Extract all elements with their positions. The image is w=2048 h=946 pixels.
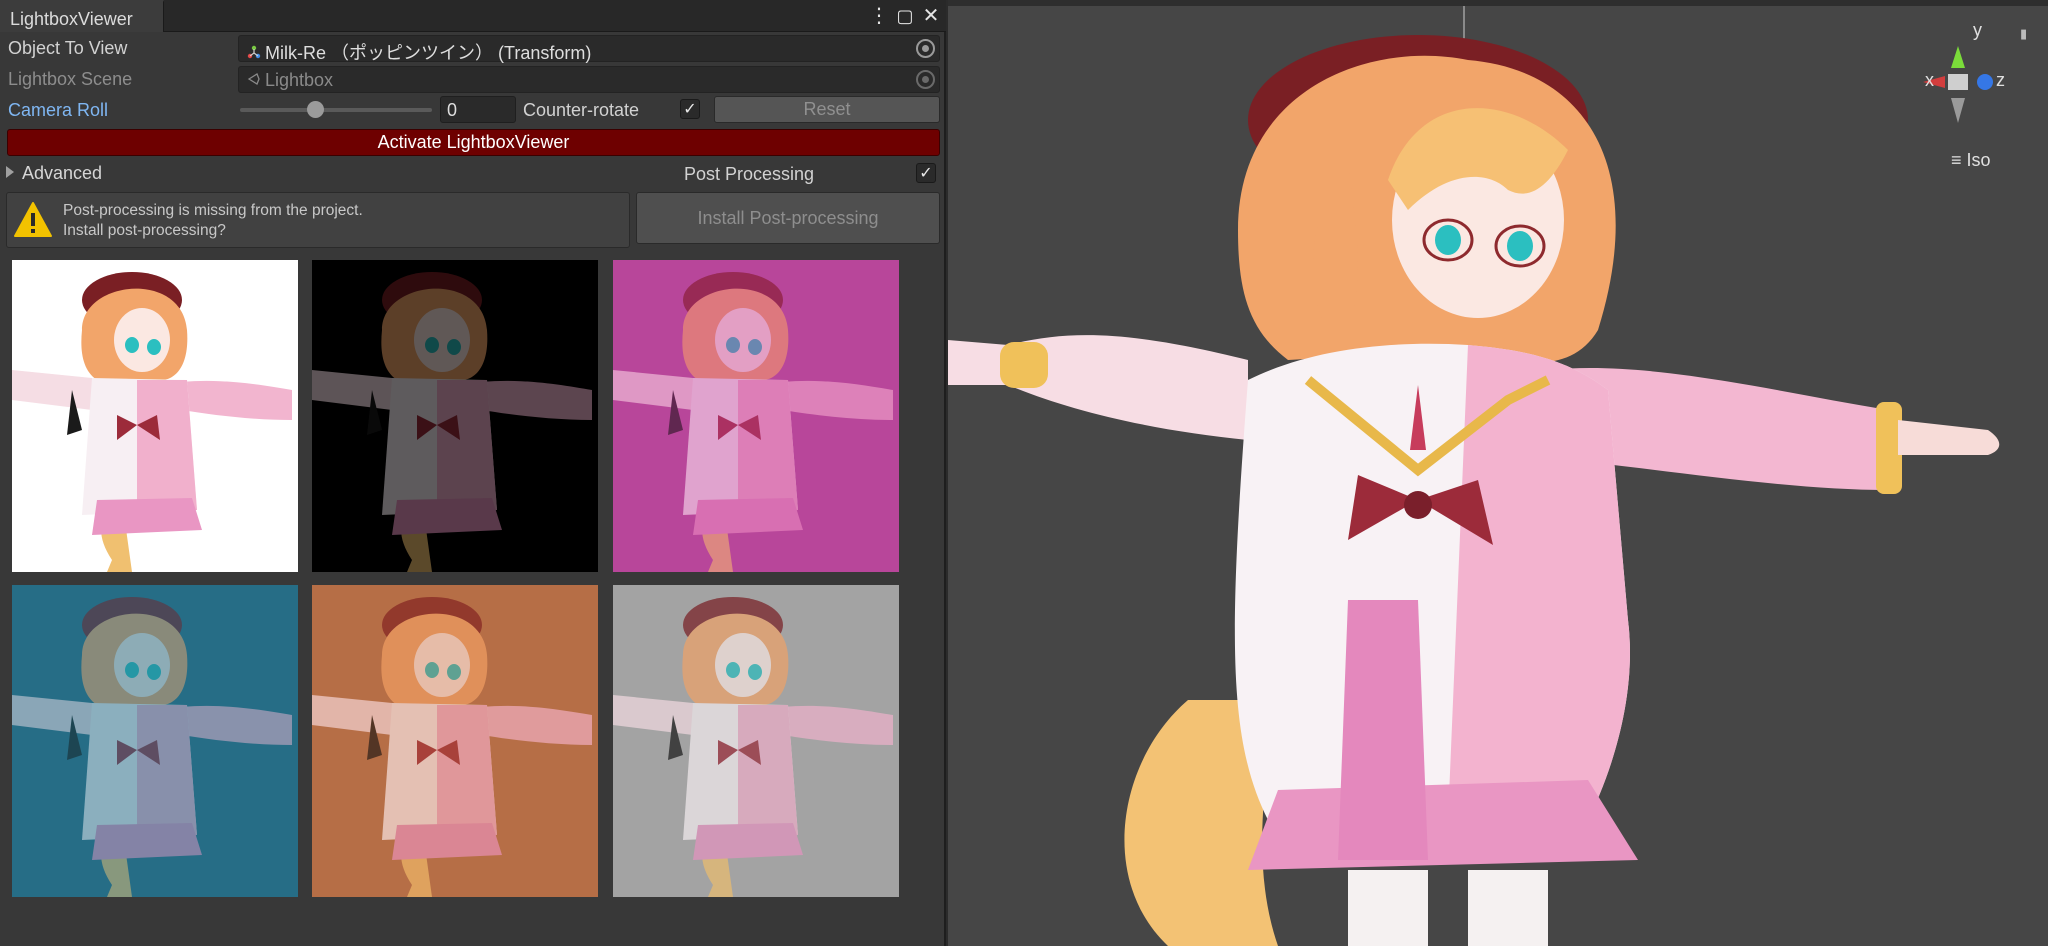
scene-view[interactable]: y x z ▮ ≡ Iso: [948, 0, 2048, 946]
thumbnail-gray[interactable]: [613, 585, 899, 897]
foldout-arrow-icon: [6, 166, 14, 178]
reset-button[interactable]: Reset: [714, 96, 940, 123]
post-processing-warning: Post-processing is missing from the proj…: [6, 192, 630, 248]
camera-roll-slider-track[interactable]: [240, 108, 432, 112]
advanced-foldout[interactable]: Advanced: [6, 163, 102, 184]
post-processing-checkbox[interactable]: ✓: [916, 163, 936, 183]
checkmark-icon: ✓: [919, 165, 933, 182]
warning-icon: [14, 202, 52, 237]
tab-lightbox-viewer[interactable]: LightboxViewer: [0, 0, 164, 32]
lock-icon[interactable]: ▮: [2020, 26, 2027, 42]
thumbnail-dark[interactable]: [312, 260, 598, 572]
menu-icon: ≡: [1951, 150, 1962, 170]
object-to-view-label: Object To View: [8, 38, 128, 58]
warning-line-2: Install post-processing?: [63, 222, 226, 239]
advanced-label: Advanced: [22, 163, 103, 183]
thumbnail-teal[interactable]: [12, 585, 298, 897]
warning-line-1: Post-processing is missing from the proj…: [63, 202, 363, 219]
thumbnail-white[interactable]: [12, 260, 298, 572]
install-post-processing-button[interactable]: Install Post-processing: [636, 192, 940, 244]
thumbnail-magenta[interactable]: [613, 260, 899, 572]
maximize-icon[interactable]: ▢: [892, 3, 918, 29]
scene-asset-icon: [245, 72, 263, 89]
counter-rotate-label: Counter-rotate: [523, 100, 640, 120]
projection-toggle[interactable]: ≡ Iso: [1951, 150, 1991, 171]
camera-roll-input[interactable]: 0: [440, 96, 516, 123]
camera-roll-slider-handle[interactable]: [306, 101, 324, 118]
lightbox-viewer-window: LightboxViewer ⋮ ▢ ✕ Object To View Milk…: [0, 0, 946, 946]
transform-icon: [245, 45, 263, 62]
projection-label: Iso: [1966, 150, 1991, 170]
axis-y-label: y: [1973, 20, 1982, 40]
object-to-view-value: Milk-Re （ポッピンツイン） (Transform): [265, 43, 592, 63]
lightbox-scene-value: Lightbox: [265, 70, 334, 90]
lightbox-scene-label: Lightbox Scene: [8, 69, 133, 89]
counter-rotate-checkbox[interactable]: ✓: [680, 99, 700, 119]
post-processing-label: Post Processing: [684, 164, 815, 184]
close-icon[interactable]: ✕: [918, 3, 944, 29]
checkmark-icon: ✓: [683, 101, 697, 118]
tab-bar: LightboxViewer ⋮ ▢ ✕: [0, 0, 946, 32]
axis-z-label: z: [1996, 70, 2005, 90]
object-picker-icon[interactable]: [916, 39, 935, 58]
camera-roll-label[interactable]: Camera Roll: [8, 100, 108, 121]
object-to-view-field[interactable]: Milk-Re （ポッピンツイン） (Transform): [238, 35, 940, 63]
lightbox-scene-field[interactable]: Lightbox: [238, 66, 940, 93]
scene-picker-icon[interactable]: [916, 70, 935, 89]
axis-x-label: x: [1925, 70, 1934, 90]
character-render: [948, 6, 2000, 946]
thumbnail-orange[interactable]: [312, 585, 598, 897]
activate-lightbox-viewer-button[interactable]: Activate LightboxViewer: [7, 129, 940, 156]
more-menu-icon[interactable]: ⋮: [866, 3, 892, 29]
